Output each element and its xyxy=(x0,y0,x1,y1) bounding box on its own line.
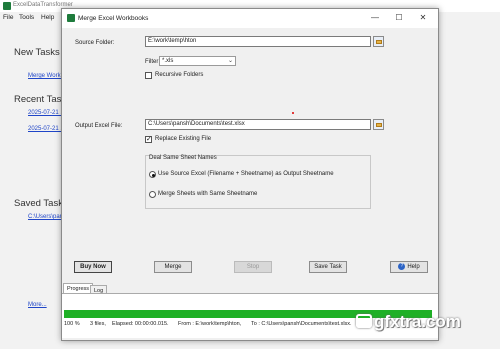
same-sheet-groupbox xyxy=(145,155,371,209)
output-file-input[interactable]: C:\Users\pansh\Documents\test.xlsx xyxy=(145,119,371,130)
use-source-label: Use Source Excel (Filename + Sheetname) … xyxy=(158,171,334,177)
buy-now-button[interactable]: Buy Now xyxy=(74,261,112,273)
status-elapsed: Elapsed: 00:00:00.015. xyxy=(112,321,169,327)
saved-tasks-heading: Saved Task xyxy=(14,198,63,209)
same-sheet-group-label: Deal Same Sheet Names xyxy=(149,155,217,161)
menu-tools[interactable]: Tools xyxy=(19,14,34,21)
menu-help[interactable]: Help xyxy=(41,14,54,21)
help-icon: ? xyxy=(398,262,406,270)
app-logo-icon xyxy=(3,2,11,10)
folder-icon xyxy=(376,40,382,44)
stop-button[interactable]: Stop xyxy=(234,261,272,273)
browse-source-button[interactable] xyxy=(373,36,384,47)
output-file-label: Output Excel File: xyxy=(75,123,123,129)
help-button[interactable]: ? Help xyxy=(390,261,428,273)
recent-task-link[interactable]: 2025-07-21 ... xyxy=(28,110,65,116)
merge-button[interactable]: Merge xyxy=(154,261,192,273)
merge-dialog: Merge Excel Workbooks — ☐ ✕ Source Folde… xyxy=(61,8,439,341)
minimize-button[interactable]: — xyxy=(364,12,386,24)
recent-task-link[interactable]: 2025-07-21 ... xyxy=(28,126,65,132)
browse-output-button[interactable] xyxy=(373,119,384,130)
filter-select[interactable]: *.xls ⌄ xyxy=(159,56,236,66)
menu-file[interactable]: File xyxy=(3,14,13,21)
merge-same-label: Merge Sheets with Same Sheetname xyxy=(158,191,258,197)
recursive-checkbox[interactable] xyxy=(145,72,152,79)
dialog-titlebar[interactable]: Merge Excel Workbooks — ☐ ✕ xyxy=(62,9,438,28)
new-tasks-heading: New Tasks xyxy=(14,47,60,58)
source-folder-label: Source Folder: xyxy=(75,40,115,46)
chevron-down-icon: ⌄ xyxy=(227,58,233,64)
status-from: From : E:\work\temp\hton, xyxy=(178,321,242,327)
more-link[interactable]: More... xyxy=(28,302,47,308)
filter-label: Filter xyxy=(145,59,159,65)
status-files: 3 files, xyxy=(90,321,106,327)
replace-existing-checkbox[interactable] xyxy=(145,135,152,143)
close-button[interactable]: ✕ xyxy=(412,12,434,24)
new-task-merge-link[interactable]: Merge Workb xyxy=(28,73,64,79)
replace-existing-label: Replace Existing File xyxy=(155,136,212,142)
recursive-label: Recursive Folders xyxy=(155,72,204,78)
folder-icon xyxy=(376,123,382,127)
source-folder-input[interactable]: E:\work\temp\hton xyxy=(145,36,371,47)
help-button-label: Help xyxy=(407,264,420,270)
filter-value: *.xls xyxy=(162,58,174,64)
recent-tasks-heading: Recent Task xyxy=(14,94,67,105)
save-task-button[interactable]: Save Task xyxy=(309,261,347,273)
dialog-title: Merge Excel Workbooks xyxy=(78,15,149,22)
status-percent: 100 % xyxy=(64,321,80,327)
tab-progress[interactable]: Progress xyxy=(63,283,94,293)
watermark-lock-icon xyxy=(356,314,372,328)
red-dot xyxy=(292,112,294,114)
use-source-radio[interactable] xyxy=(149,171,156,178)
merge-same-radio[interactable] xyxy=(149,191,156,198)
excel-app-icon xyxy=(67,14,75,22)
status-to: To : C:\Users\pansh\Documents\test.xlsx. xyxy=(251,321,352,327)
maximize-button[interactable]: ☐ xyxy=(388,12,410,24)
watermark: gfxtra.com xyxy=(374,312,461,331)
